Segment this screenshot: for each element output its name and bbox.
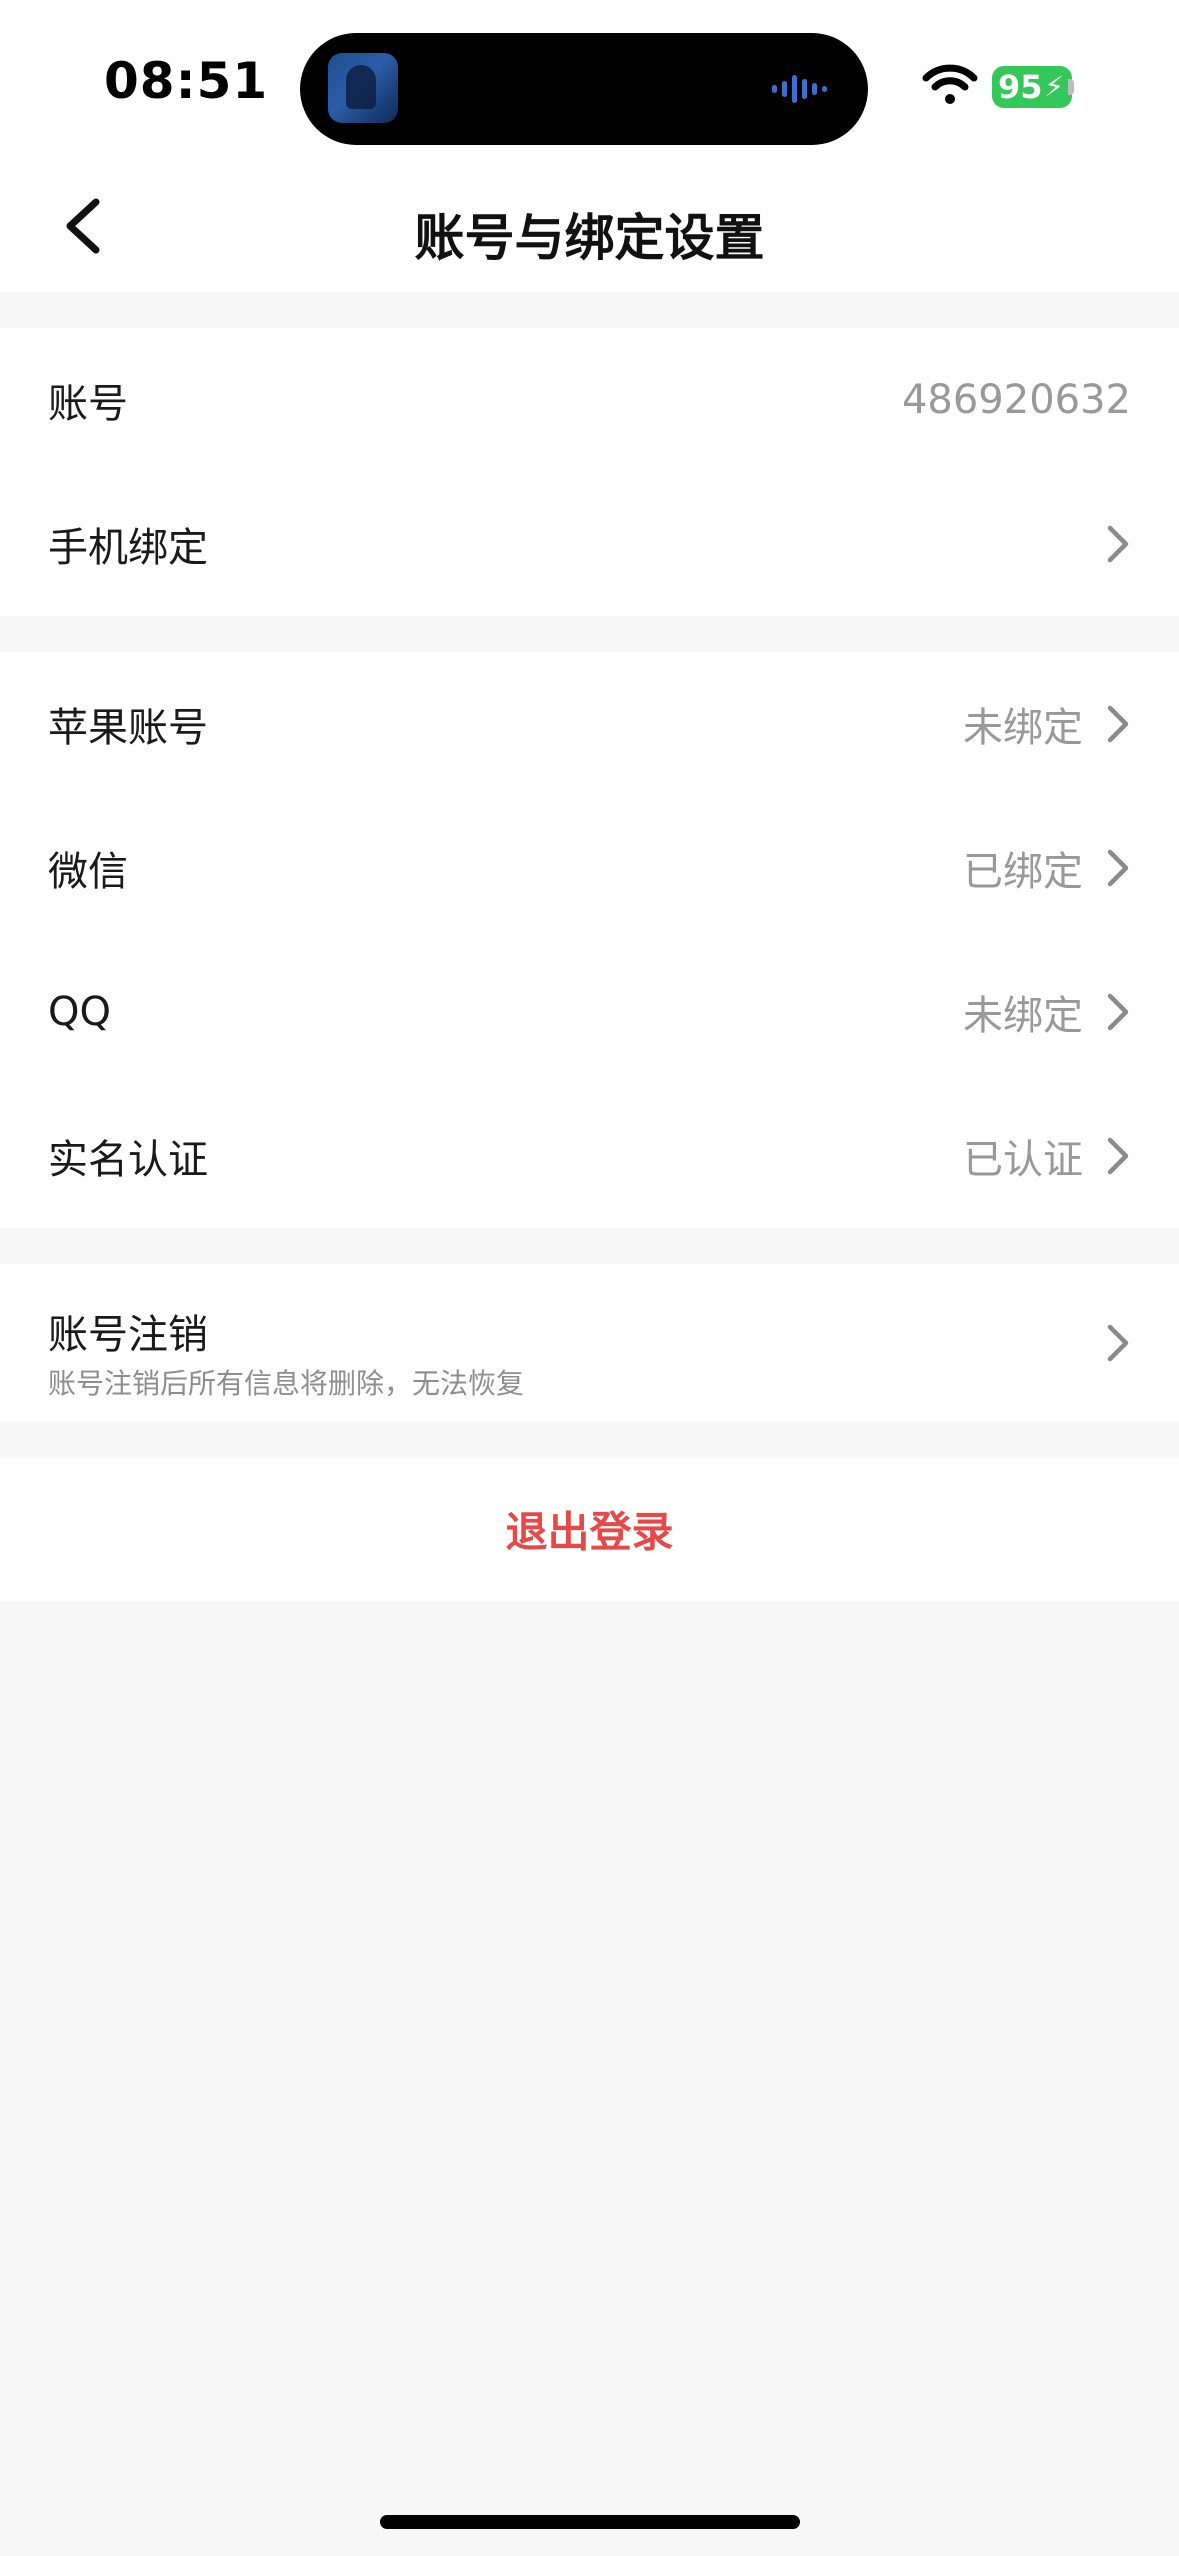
battery-tip xyxy=(1068,79,1074,95)
apple-account-label: 苹果账号 xyxy=(48,705,208,751)
apple-account-row[interactable]: 苹果账号 未绑定 xyxy=(0,652,1179,796)
real-name-status: 已认证 xyxy=(963,1137,1083,1183)
account-group: 账号 486920632 手机绑定 xyxy=(0,328,1179,616)
chevron-right-icon xyxy=(1107,1324,1129,1362)
chevron-right-icon xyxy=(1107,705,1129,743)
qq-status: 未绑定 xyxy=(963,993,1083,1039)
home-indicator[interactable] xyxy=(380,2515,800,2529)
account-cancellation-title: 账号注销 xyxy=(48,1312,208,1358)
now-playing-artwork xyxy=(328,53,398,123)
wechat-status: 已绑定 xyxy=(963,849,1083,895)
chevron-right-icon xyxy=(1107,525,1129,563)
audio-waveform-icon xyxy=(772,75,827,103)
battery-level: 95 xyxy=(998,68,1043,106)
status-bar: 08:51 95 ⚡ xyxy=(0,0,1179,160)
phone-binding-label: 手机绑定 xyxy=(48,525,208,571)
status-time: 08:51 xyxy=(104,52,269,110)
account-row: 账号 486920632 xyxy=(0,328,1179,472)
phone-binding-row[interactable]: 手机绑定 xyxy=(0,472,1179,616)
wechat-row[interactable]: 微信 已绑定 xyxy=(0,796,1179,940)
account-binding-settings-screen: 08:51 95 ⚡ 账号与绑定设置 账号 486920632 手机绑定 苹果账… xyxy=(0,0,1179,2556)
nav-bar: 账号与绑定设置 xyxy=(0,160,1179,292)
chevron-right-icon xyxy=(1107,849,1129,887)
account-label: 账号 xyxy=(48,381,128,427)
qq-row[interactable]: QQ 未绑定 xyxy=(0,940,1179,1084)
third-party-binding-group: 苹果账号 未绑定 微信 已绑定 QQ 未绑定 实名认证 已认证 xyxy=(0,652,1179,1228)
apple-account-status: 未绑定 xyxy=(963,705,1083,751)
page-title: 账号与绑定设置 xyxy=(414,209,765,267)
real-name-verification-row[interactable]: 实名认证 已认证 xyxy=(0,1084,1179,1228)
wechat-label: 微信 xyxy=(48,849,128,895)
logout-label: 退出登录 xyxy=(505,1507,674,1557)
account-cancellation-row[interactable]: 账号注销 账号注销后所有信息将删除，无法恢复 xyxy=(0,1264,1179,1422)
dynamic-island[interactable] xyxy=(300,33,868,145)
chevron-right-icon xyxy=(1107,993,1129,1031)
account-cancellation-subtitle: 账号注销后所有信息将删除，无法恢复 xyxy=(48,1367,525,1400)
wifi-icon xyxy=(922,64,978,104)
qq-label: QQ xyxy=(48,989,111,1035)
logout-button[interactable]: 退出登录 xyxy=(0,1457,1179,1601)
account-id-value: 486920632 xyxy=(901,377,1131,423)
charging-bolt-icon: ⚡ xyxy=(1044,70,1064,103)
real-name-label: 实名认证 xyxy=(48,1137,208,1183)
account-cancellation-group: 账号注销 账号注销后所有信息将删除，无法恢复 xyxy=(0,1264,1179,1422)
battery-indicator: 95 ⚡ xyxy=(992,66,1072,108)
chevron-right-icon xyxy=(1107,1137,1129,1175)
